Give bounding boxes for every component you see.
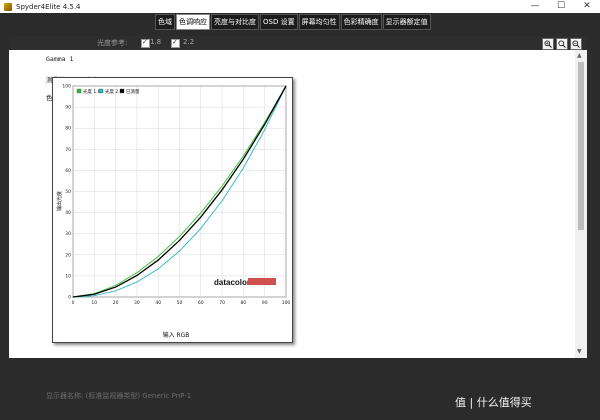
series-2-point <box>243 158 244 160</box>
x-tick-label: 30 <box>134 300 140 306</box>
x-tick-label: 20 <box>113 300 119 306</box>
series-0-point <box>136 272 138 274</box>
series-0-point <box>200 212 202 214</box>
y-tick-label: 70 <box>65 147 71 153</box>
gamma-1-8-label: 1.8 <box>150 38 162 46</box>
datacolor-logo-bar <box>248 278 276 285</box>
minimize-button[interactable]: — <box>522 0 548 13</box>
x-tick-label: 100 <box>282 300 291 306</box>
tab-bar: 色域 色调响应 亮度与对比度 OSD 设置 屏幕均匀性 色彩精确度 显示器额定值 <box>0 13 600 30</box>
tab-2[interactable]: 亮度与对比度 <box>211 14 259 30</box>
zoom-out-button[interactable] <box>570 38 582 50</box>
chart-grid <box>72 85 287 298</box>
tab-list: 色域 色调响应 亮度与对比度 OSD 设置 屏幕均匀性 色彩精确度 显示器额定值 <box>155 14 432 30</box>
x-tick-label: 70 <box>219 300 225 306</box>
reference-label: 光度参考: <box>97 39 128 47</box>
series-1-point <box>243 167 244 169</box>
series-0-point <box>179 236 180 237</box>
series-2-point <box>93 293 95 295</box>
chart-svg: 0 10 20 30 40 50 60 70 80 90 100 0 10 20 30 40 50 60 70 80 9… <box>56 84 291 340</box>
y-tick-label: 50 <box>65 189 71 195</box>
x-tick-label: 40 <box>155 300 161 306</box>
legend-swatch-1 <box>98 88 104 94</box>
monitor-name-text: 显示器名称: (标准监视器类型) Generic PnP-1 <box>46 392 192 400</box>
series-0-point <box>243 155 244 157</box>
scroll-up-icon[interactable]: ▲ <box>577 52 582 59</box>
y-tick-label: 90 <box>65 105 71 111</box>
datacolor-logo-text: datacolor <box>214 278 250 287</box>
series-2-point <box>115 286 116 288</box>
series-0-point <box>157 256 159 257</box>
y-tick-label: 30 <box>65 231 71 237</box>
tab-1[interactable]: 色调响应 <box>176 14 210 30</box>
series-1-point <box>264 129 266 131</box>
gamma-2-2-checkbox[interactable] <box>171 38 180 48</box>
report-heading: Gamma 1 <box>46 55 74 63</box>
series-2-point <box>72 296 74 298</box>
y-tick-label: 20 <box>65 252 71 258</box>
tab-5[interactable]: 色彩精确度 <box>340 14 382 30</box>
series-2-point <box>157 259 159 261</box>
legend-swatch-2 <box>119 88 125 94</box>
reference-bar: 光度参考: 1.8 2.2 <box>9 36 587 50</box>
series-1-point <box>93 295 95 297</box>
title-bar: Spyder4Elite 4.5.4 — ☐ ✕ <box>0 0 600 13</box>
zoom-in-icon <box>544 40 552 48</box>
watermark-text: 值 | 什么值得买 <box>455 396 532 409</box>
tab-6[interactable]: 显示器额定值 <box>382 14 431 30</box>
series-0-point <box>115 284 116 286</box>
zoom-out-icon <box>572 40 580 48</box>
maximize-button[interactable]: ☐ <box>548 0 574 13</box>
gamma-1-8-checkbox[interactable] <box>141 38 150 48</box>
y-tick-label: 60 <box>65 168 71 174</box>
series-0-point <box>221 185 223 187</box>
app-logo-icon <box>4 2 12 11</box>
tab-4[interactable]: 屏幕均匀性 <box>298 14 340 30</box>
tab-3[interactable]: OSD 设置 <box>260 14 298 30</box>
y-axis-label: 输出光度 <box>56 191 63 211</box>
x-tick-label: 50 <box>177 300 183 306</box>
series-2-point <box>264 124 266 125</box>
zoom-icon <box>558 40 566 48</box>
window-title: Spyder4Elite 4.5.4 <box>16 2 81 11</box>
y-tick-label: 10 <box>65 273 71 279</box>
series-1-point <box>136 281 138 283</box>
series-1-point <box>221 200 223 202</box>
x-tick-label: 80 <box>241 300 247 306</box>
scroll-down-icon[interactable]: ▼ <box>577 348 582 355</box>
series-2-point <box>200 216 202 218</box>
chart-legend: 光度 1.8 光度 2.2 已测量 <box>76 88 140 95</box>
series-2-point <box>285 85 287 87</box>
legend-label-0: 光度 1.8 <box>83 88 101 95</box>
window-controls: — ☐ ✕ <box>522 0 600 13</box>
x-axis-label: 输入 RGB <box>163 331 190 339</box>
series-1-point <box>179 250 180 252</box>
series-2-point <box>221 189 223 191</box>
series-2-point <box>179 240 180 241</box>
x-tick-label: 90 <box>262 300 268 306</box>
tone-response-chart: 0 10 20 30 40 50 60 70 80 90 100 0 10 20 30 40 50 60 70 80 9… <box>52 77 293 343</box>
vertical-scrollbar[interactable]: ▲ ▼ <box>575 50 587 358</box>
y-tick-label: 0 <box>68 295 71 301</box>
scrollbar-thumb[interactable] <box>578 62 584 230</box>
zoom-in-button[interactable] <box>542 38 554 50</box>
series-1-point <box>200 228 202 229</box>
y-tick-label: 40 <box>65 210 71 216</box>
y-tick-label: 80 <box>65 126 71 132</box>
legend-label-2: 已测量 <box>126 88 140 95</box>
gamma-2-2-label: 2.2 <box>183 38 195 46</box>
x-tick-label: 10 <box>91 300 97 306</box>
y-tick-label: 100 <box>62 84 71 90</box>
series-2-point <box>136 275 138 276</box>
x-tick-label: 60 <box>198 300 204 306</box>
zoom-reset-button[interactable] <box>556 38 568 50</box>
x-tick-label: 0 <box>72 300 75 306</box>
series-1-point <box>115 290 116 292</box>
legend-swatch-0 <box>76 88 82 94</box>
series-1-point <box>157 268 159 270</box>
close-button[interactable]: ✕ <box>574 0 600 13</box>
tab-0[interactable]: 色域 <box>155 14 175 30</box>
